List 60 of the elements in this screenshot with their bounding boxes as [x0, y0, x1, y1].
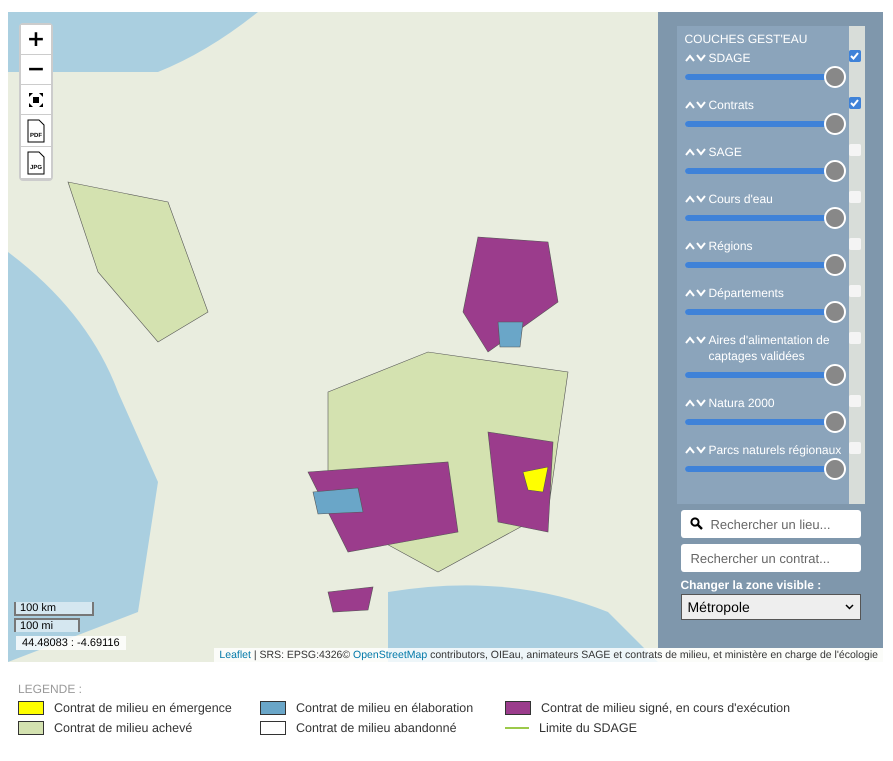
layer-checkbox[interactable]: [848, 442, 860, 454]
scale-bar: 100 km: [14, 602, 94, 616]
opacity-slider[interactable]: [684, 66, 844, 88]
opacity-slider[interactable]: [684, 411, 844, 433]
reorder-icon[interactable]: [684, 53, 706, 63]
legend-label: Contrat de milieu achevé: [54, 721, 192, 735]
layer-name: Contrats: [708, 97, 755, 113]
reorder-icon[interactable]: [684, 445, 706, 455]
reorder-icon[interactable]: [684, 194, 706, 204]
layer-checkbox[interactable]: [848, 238, 860, 250]
opacity-slider[interactable]: [684, 458, 844, 480]
layer-name: Départements: [708, 285, 785, 301]
opacity-slider[interactable]: [684, 364, 844, 386]
layer-checkbox[interactable]: [848, 144, 860, 156]
layer-name: Aires d'alimentation de captages validées: [708, 332, 831, 364]
attribution-link[interactable]: OpenStreetMap: [353, 649, 428, 661]
legend-label: Contrat de milieu en élaboration: [296, 701, 474, 715]
chevron-down-icon: [844, 604, 854, 610]
opacity-slider[interactable]: [684, 207, 844, 229]
reorder-icon[interactable]: [684, 147, 706, 157]
opacity-slider[interactable]: [684, 254, 844, 276]
opacity-slider[interactable]: [684, 113, 844, 135]
layer-name: Parcs naturels régionaux: [708, 442, 842, 458]
legend-label: Limite du SDAGE: [539, 721, 637, 735]
opacity-slider[interactable]: [684, 301, 844, 323]
attribution-link[interactable]: Leaflet: [219, 649, 251, 661]
coordinates-readout: 44.48083 : -4.69116: [16, 636, 126, 650]
zone-select[interactable]: Métropole: [680, 594, 860, 620]
layer-checkbox[interactable]: [848, 332, 860, 344]
layer-checkbox[interactable]: [848, 285, 860, 297]
check-icon: [850, 99, 859, 107]
search-icon: [690, 517, 702, 530]
attribution-text: Leaflet | SRS: EPSG:4326© OpenStreetMap contributors, OIEau, animateurs SAGE et contrats de milieu, et ministère en charge de l'écologie: [214, 648, 883, 662]
reorder-icon[interactable]: [684, 241, 706, 251]
legend-label: Contrat de milieu en émergence: [54, 701, 232, 715]
panel-title: COUCHES GEST'EAU: [684, 32, 808, 46]
layer-name: Régions: [708, 238, 754, 254]
zone-label: Changer la zone visible :: [680, 578, 822, 592]
legend-title: LEGENDE :: [18, 682, 84, 696]
legend-label: Contrat de milieu abandonné: [296, 721, 457, 735]
reorder-icon[interactable]: [684, 398, 706, 408]
layer-name: SDAGE: [708, 50, 752, 66]
layer-checkbox[interactable]: [848, 395, 860, 407]
layer-name: SAGE: [708, 144, 743, 160]
zoom-in-button[interactable]: +: [21, 25, 51, 55]
place-search-field[interactable]: Rechercher un lieu...: [680, 510, 860, 538]
fullscreen-icon: [29, 92, 43, 106]
legend-label: Contrat de milieu signé, en cours d'exécution: [541, 701, 790, 715]
layer-name: Cours d'eau: [708, 191, 774, 207]
check-icon: [850, 52, 859, 60]
reorder-icon[interactable]: [684, 335, 706, 345]
reorder-icon[interactable]: [684, 288, 706, 298]
scale-bar: 100 mi: [14, 618, 80, 632]
layer-checkbox[interactable]: [848, 50, 860, 62]
reorder-icon[interactable]: [684, 100, 706, 110]
layer-checkbox[interactable]: [848, 191, 860, 203]
opacity-slider[interactable]: [684, 160, 844, 182]
layer-name: Natura 2000: [708, 395, 776, 411]
layer-checkbox[interactable]: [848, 97, 860, 109]
contract-search-field[interactable]: Rechercher un contrat...: [680, 544, 860, 572]
